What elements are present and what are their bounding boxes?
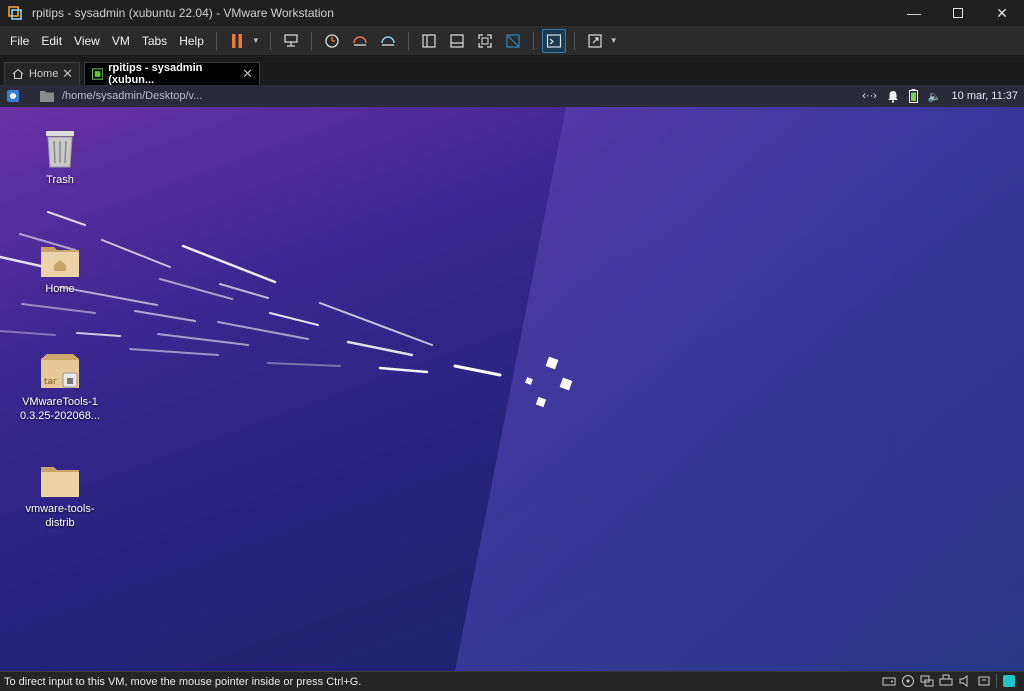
minimize-button[interactable]: — (892, 0, 936, 26)
unity-icon (506, 33, 520, 48)
tab-vm[interactable]: rpitips - sysadmin (xubun... ✕ (84, 62, 260, 86)
hard-disk-icon[interactable] (882, 674, 896, 688)
vmware-app-icon[interactable] (8, 6, 22, 20)
tab-home-close-icon[interactable]: ✕ (62, 66, 73, 82)
toolbar-separator (573, 31, 575, 50)
menu-file[interactable]: File (4, 26, 35, 56)
notification-bell-icon[interactable] (887, 90, 899, 103)
status-bar: To direct input to this VM, move the mou… (0, 671, 1024, 691)
device-status-icons (882, 674, 1016, 688)
guest-desktop[interactable]: Trash Home tar VMwareTools-1 0.3.25-2020… (0, 107, 1024, 671)
wallpaper (0, 107, 1024, 671)
console-terminal-icon (546, 33, 561, 48)
full-screen-button[interactable] (473, 29, 497, 53)
menu-edit[interactable]: Edit (35, 26, 68, 56)
home-icon (12, 68, 24, 80)
desktop-icon-trash[interactable]: Trash (18, 129, 102, 187)
thumbnail-bar-icon (450, 33, 464, 48)
toolbar-separator (215, 31, 217, 50)
archive-icon: tar (41, 354, 79, 388)
sound-card-icon[interactable] (958, 674, 972, 688)
maximize-button[interactable] (936, 0, 980, 26)
tab-strip: Home ✕ rpitips - sysadmin (xubun... ✕ (0, 57, 1024, 86)
menu-help[interactable]: Help (173, 26, 210, 56)
message-log-icon[interactable] (1002, 674, 1016, 688)
desktop-icon-vmwaretools-archive[interactable]: tar VMwareTools-1 0.3.25-202068... (18, 353, 102, 423)
send-ctrl-alt-del-button[interactable] (279, 29, 303, 53)
keyboard-network-icon (284, 33, 298, 47)
cd-dvd-icon[interactable] (901, 674, 915, 688)
xfce-menu-icon[interactable] (6, 89, 20, 103)
trash-icon (46, 131, 74, 168)
show-library-button[interactable] (417, 29, 441, 53)
snapshot-revert-icon (353, 35, 367, 46)
usb-device-icon[interactable] (977, 674, 991, 688)
minimize-icon: — (907, 5, 921, 21)
console-view-button[interactable] (541, 28, 566, 53)
folder-icon[interactable] (40, 90, 54, 102)
tab-vm-label: rpitips - sysadmin (xubun... (108, 62, 203, 86)
clock[interactable]: 10 mar, 11:37 (952, 90, 1018, 102)
status-message: To direct input to this VM, move the mou… (4, 675, 362, 688)
snapshot-manager-icon (381, 35, 395, 46)
desktop-icon-label: Home (45, 283, 75, 295)
snapshot-take-button[interactable] (320, 29, 344, 53)
unity-button[interactable] (501, 29, 525, 53)
printer-icon[interactable] (939, 674, 953, 688)
snapshot-clock-icon (325, 33, 339, 48)
vm-icon (92, 68, 104, 80)
tab-vm-close-icon[interactable]: ✕ (242, 66, 253, 82)
network-icon[interactable]: ‹··› (862, 90, 877, 102)
tab-home-label: Home (29, 68, 59, 80)
power-dropdown-caret[interactable]: ▼ (252, 36, 260, 45)
close-icon: ✕ (996, 4, 1008, 21)
desktop-icon-label: Trash (46, 174, 74, 186)
full-screen-icon (478, 33, 492, 48)
toolbar-separator (269, 31, 271, 50)
snapshot-revert-button[interactable] (348, 29, 372, 53)
show-thumbnail-bar-button[interactable] (445, 29, 469, 53)
library-panel-icon (422, 33, 436, 48)
desktop-icon-label: VMwareTools-1 0.3.25-202068... (19, 396, 101, 422)
stretch-guest-button[interactable] (583, 29, 607, 53)
desktop-icon-vmware-tools-distrib[interactable]: vmware-tools- distrib (18, 464, 102, 530)
suspend-button[interactable] (225, 29, 249, 53)
pause-icon (231, 33, 242, 48)
stretch-icon (588, 33, 602, 48)
menu-tabs[interactable]: Tabs (136, 26, 173, 56)
home-folder-icon (41, 247, 79, 277)
menu-vm[interactable]: VM (106, 26, 136, 56)
menu-toolbar: File Edit View VM Tabs Help ▼ ▼ (0, 26, 1024, 56)
toolbar-separator (310, 31, 312, 50)
svg-text:tar: tar (44, 377, 57, 387)
stretch-dropdown-caret[interactable]: ▼ (610, 36, 618, 45)
title-bar: rpitips - sysadmin (xubuntu 22.04) - VMw… (0, 0, 1024, 26)
system-tray: ‹··› 🔈 10 mar, 11:37 (862, 85, 1018, 107)
desktop-icon-label: vmware-tools- distrib (25, 503, 95, 529)
snapshot-manager-button[interactable] (376, 29, 400, 53)
close-button[interactable]: ✕ (980, 0, 1024, 26)
status-separator (996, 674, 997, 688)
battery-icon[interactable] (908, 89, 918, 103)
toolbar-separator (532, 31, 534, 50)
folder-icon (41, 467, 79, 497)
guest-top-panel: /home/sysadmin/Desktop/v... ‹··› 🔈 10 ma… (0, 85, 1024, 107)
maximize-icon (953, 5, 963, 21)
tab-home[interactable]: Home ✕ (4, 62, 80, 85)
desktop-icon-home[interactable]: Home (18, 244, 102, 296)
window-button-path[interactable]: /home/sysadmin/Desktop/v... (62, 90, 202, 102)
volume-icon[interactable]: 🔈 (928, 90, 942, 103)
network-adapter-icon[interactable] (920, 674, 934, 688)
window-title: rpitips - sysadmin (xubuntu 22.04) - VMw… (32, 6, 334, 20)
menu-view[interactable]: View (68, 26, 106, 56)
toolbar-separator (407, 31, 409, 50)
